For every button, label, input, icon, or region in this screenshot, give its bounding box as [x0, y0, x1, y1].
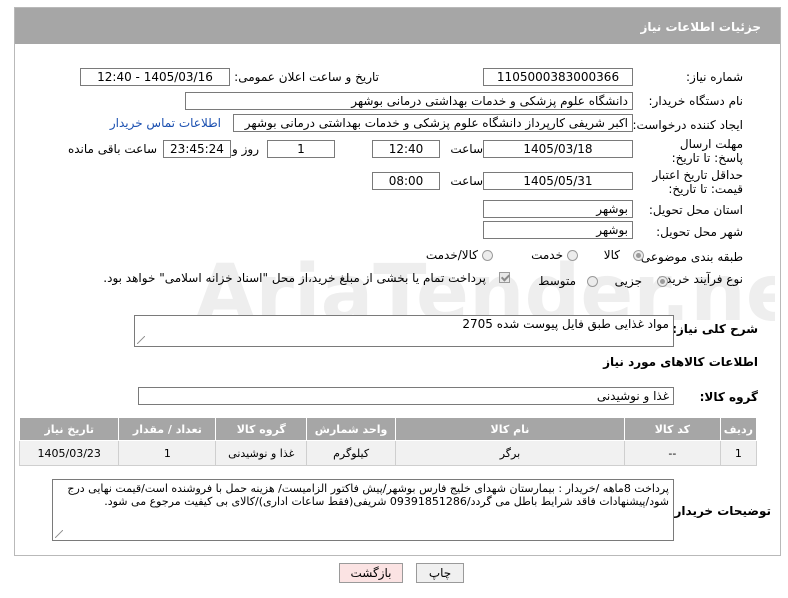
panel-title: جزئیات اطلاعات نیاز — [640, 20, 761, 34]
buyer-org-label: نام دستگاه خریدار: — [648, 94, 744, 108]
cell-goods-name: برگر — [394, 440, 626, 466]
city-label: شهر محل تحویل: — [656, 225, 743, 239]
cell-need-date: 1405/03/23 — [18, 440, 120, 466]
cell-goods-group: غذا و نوشیدنی — [215, 440, 308, 466]
category-label: طبقه بندی موضوعی: — [636, 250, 743, 264]
col-goods-name: نام کالا — [394, 417, 626, 441]
buyer-org-field: دانشگاه علوم پزشکی و خدمات بهداشتی درمان… — [185, 92, 633, 110]
col-goods-code: کد کالا — [624, 417, 721, 441]
category-radio-goods[interactable] — [633, 250, 644, 261]
category-radio-service[interactable] — [567, 250, 578, 261]
col-unit: واحد شمارش — [306, 417, 396, 441]
remaining-days-field: 1 — [267, 140, 335, 158]
table-row: 1 -- برگر کیلوگرم غذا و نوشیدنی 1 1405/0… — [18, 440, 758, 466]
reply-time-field: 12:40 — [372, 140, 440, 158]
announce-datetime-label: تاریخ و ساعت اعلان عمومی: — [234, 70, 379, 84]
cell-unit: کیلوگرم — [306, 440, 396, 466]
cell-quantity: 1 — [118, 440, 217, 466]
requester-field: اکبر شریفی کارپرداز دانشگاه علوم پزشکی و… — [233, 114, 633, 132]
reply-deadline-label: مهلت ارسال پاسخ: تا تاریخ: — [671, 137, 743, 165]
col-quantity: تعداد / مقدار — [118, 417, 217, 441]
goods-table: ردیف کد کالا نام کالا واحد شمارش گروه کا… — [18, 417, 758, 466]
province-field: بوشهر — [483, 200, 633, 218]
category-option-goods: کالا — [603, 248, 620, 262]
print-button[interactable]: چاپ — [416, 563, 464, 583]
panel-header: جزئیات اطلاعات نیاز — [15, 8, 780, 44]
col-row-number: ردیف — [719, 417, 758, 441]
price-date-field: 1405/05/31 — [483, 172, 633, 190]
announce-datetime-field: 1405/03/16 - 12:40 — [80, 68, 230, 86]
process-radio-minor[interactable] — [657, 276, 668, 287]
goods-table-header-row: ردیف کد کالا نام کالا واحد شمارش گروه کا… — [18, 417, 758, 441]
description-label: شرح کلی نیاز: — [672, 322, 758, 336]
resize-grip-icon — [137, 336, 145, 344]
payment-note: پرداخت تمام یا بخشی از مبلغ خرید،از محل … — [103, 271, 486, 285]
category-radio-goods-service[interactable] — [482, 250, 493, 261]
process-option-minor: جزیی — [614, 274, 642, 288]
category-option-service: خدمت — [531, 248, 563, 262]
cell-row-number: 1 — [719, 440, 758, 466]
price-time-field: 08:00 — [372, 172, 440, 190]
description-textarea: مواد غذایی طبق فایل پیوست شده 2705 — [134, 315, 674, 347]
goods-group-label: گروه کالا: — [699, 390, 758, 404]
goods-section-title: اطلاعات کالاهای مورد نیاز — [603, 355, 758, 369]
remaining-days-label: روز و — [232, 142, 259, 156]
col-goods-group: گروه کالا — [215, 417, 308, 441]
process-radio-medium[interactable] — [587, 276, 598, 287]
process-type-label: نوع فرآیند خرید : — [658, 272, 743, 286]
col-need-date: تاریخ نیاز — [18, 417, 120, 441]
resize-grip-icon — [55, 530, 63, 538]
need-number-label: شماره نیاز: — [686, 70, 743, 84]
cell-goods-code: -- — [624, 440, 721, 466]
price-validity-label: حداقل تاریخ اعتبار قیمت: تا تاریخ: — [652, 168, 743, 196]
requester-label: ایجاد کننده درخواست: — [632, 118, 743, 132]
back-button[interactable]: بازگشت — [339, 563, 403, 583]
process-option-medium: متوسط — [538, 274, 576, 288]
city-field: بوشهر — [483, 221, 633, 239]
need-number-field: 1105000383000366 — [483, 68, 633, 86]
price-time-label: ساعت — [450, 174, 483, 188]
reply-date-field: 1405/03/18 — [483, 140, 633, 158]
buyer-notes-label: توضیحات خریدار: — [669, 504, 771, 518]
description-text: مواد غذایی طبق فایل پیوست شده 2705 — [462, 317, 669, 331]
remaining-time-field: 23:45:24 — [163, 140, 231, 158]
province-label: استان محل تحویل: — [648, 203, 743, 217]
buyer-contact-link[interactable]: اطلاعات تماس خریدار — [110, 116, 221, 130]
goods-group-field: غذا و نوشیدنی — [138, 387, 674, 405]
buyer-notes-text: پرداخت 8ماهه /خریدار : بیمارستان شهدای خ… — [67, 482, 669, 508]
category-option-goods-service: کالا/خدمت — [425, 248, 478, 262]
reply-time-label: ساعت — [450, 142, 483, 156]
buyer-notes-textarea: پرداخت 8ماهه /خریدار : بیمارستان شهدای خ… — [52, 479, 674, 541]
islamic-treasury-checkbox[interactable] — [499, 272, 510, 283]
remaining-time-label: ساعت باقی مانده — [67, 142, 157, 156]
